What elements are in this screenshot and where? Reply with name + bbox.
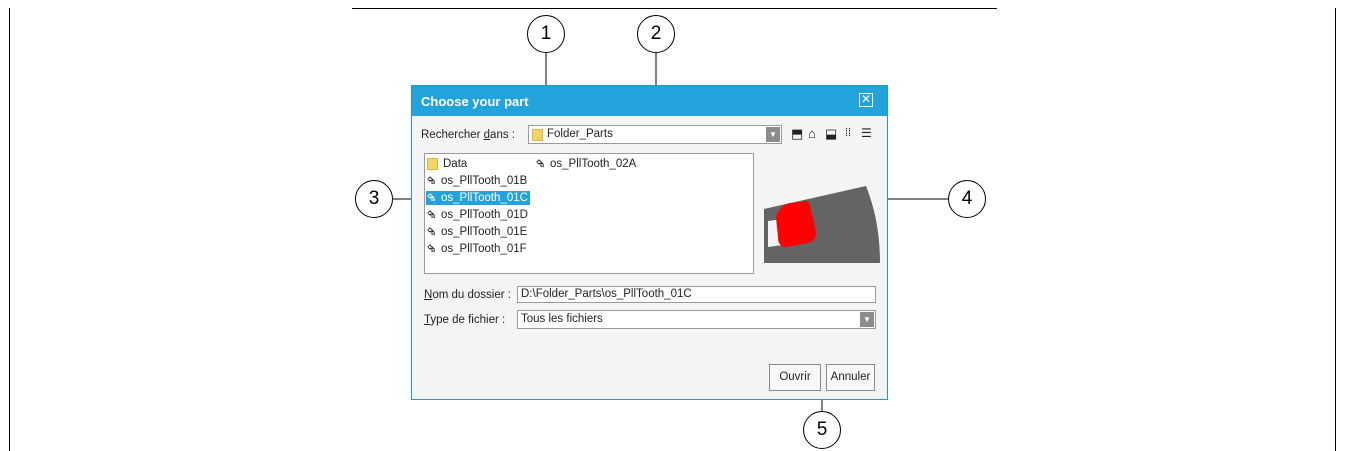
part-icon: ⮲ — [427, 193, 435, 204]
choose-part-dialog: Choose your part ✕ Rechercher dans : Fol… — [411, 85, 888, 400]
callout-2: 2 — [637, 15, 675, 53]
callout-4: 4 — [948, 180, 986, 218]
look-in-label: Rechercher dans : — [421, 129, 515, 141]
callout-5: 5 — [803, 411, 841, 449]
dialog-title: Choose your part — [421, 94, 529, 109]
list-item-label: os_PllTooth_02A — [550, 158, 637, 170]
list-item-label: os_PllTooth_01D — [441, 209, 528, 221]
look-in-value: Folder_Parts — [547, 128, 613, 140]
list-item[interactable]: ⮲ os_PllTooth_01F — [426, 242, 529, 256]
close-icon[interactable]: ✕ — [859, 93, 873, 107]
file-type-label: Type de fichier : — [424, 314, 505, 326]
callout-3: 3 — [355, 180, 393, 218]
folder-name-label-text: om du dossier : — [432, 289, 511, 301]
part-icon: ⮲ — [427, 244, 435, 255]
folder-name-label: Nom du dossier : — [424, 289, 511, 301]
list-item[interactable]: ⮲ os_PllTooth_01E — [426, 225, 529, 239]
list-item[interactable]: ⮲ os_PllTooth_01B — [426, 174, 529, 188]
file-type-select[interactable]: Tous les fichiers ▼ — [517, 310, 876, 329]
list-item-label: os_PllTooth_01B — [441, 175, 528, 187]
preview-tooth-shape — [776, 201, 816, 247]
list-view-icon[interactable]: ⁞⁞ — [845, 127, 851, 139]
open-button[interactable]: Ouvrir — [769, 364, 821, 391]
part-icon: ⮲ — [536, 159, 544, 170]
details-view-icon[interactable]: ☰ — [861, 126, 872, 140]
dialog-titlebar[interactable]: Choose your part ✕ — [412, 86, 887, 116]
part-icon: ⮲ — [427, 176, 435, 187]
look-in-label-post: ans : — [490, 129, 515, 141]
cancel-button[interactable]: Annuler — [826, 364, 875, 391]
home-icon[interactable]: ⌂ — [808, 126, 816, 141]
file-type-label-text: ype de fichier : — [430, 314, 506, 326]
up-folder-icon[interactable]: ⬒ — [791, 126, 803, 142]
list-item-label: Data — [443, 158, 468, 170]
folder-icon — [427, 157, 438, 170]
list-item[interactable]: ⮲ os_PllTooth_02A — [535, 157, 638, 171]
part-icon: ⮲ — [427, 210, 435, 221]
chevron-down-icon[interactable]: ▼ — [766, 127, 780, 142]
list-item-label: os_PllTooth_01F — [441, 243, 527, 255]
callout-1: 1 — [527, 15, 565, 53]
list-item-data-folder[interactable]: Data — [426, 157, 469, 171]
list-item-label: os_PllTooth_01C — [441, 192, 528, 204]
list-item[interactable]: ⮲ os_PllTooth_01D — [426, 208, 530, 222]
look-in-select[interactable]: Folder_Parts ▼ — [528, 125, 782, 144]
look-in-label-pre: Rechercher — [421, 129, 484, 141]
list-item-selected[interactable]: ⮲ os_PllTooth_01C — [426, 191, 530, 205]
chevron-down-icon[interactable]: ▼ — [860, 312, 874, 327]
folder-name-input[interactable]: D:\Folder_Parts\os_PllTooth_01C — [517, 286, 876, 303]
part-preview — [764, 186, 880, 263]
new-folder-icon[interactable]: ⬓ — [825, 126, 837, 142]
file-list[interactable]: Data ⮲ os_PllTooth_01B ⮲ os_PllTooth_01C ⮲… — [424, 153, 754, 274]
part-icon: ⮲ — [427, 227, 435, 238]
file-type-value: Tous les fichiers — [521, 313, 603, 325]
folder-icon — [532, 129, 543, 141]
list-item-label: os_PllTooth_01E — [441, 226, 528, 238]
